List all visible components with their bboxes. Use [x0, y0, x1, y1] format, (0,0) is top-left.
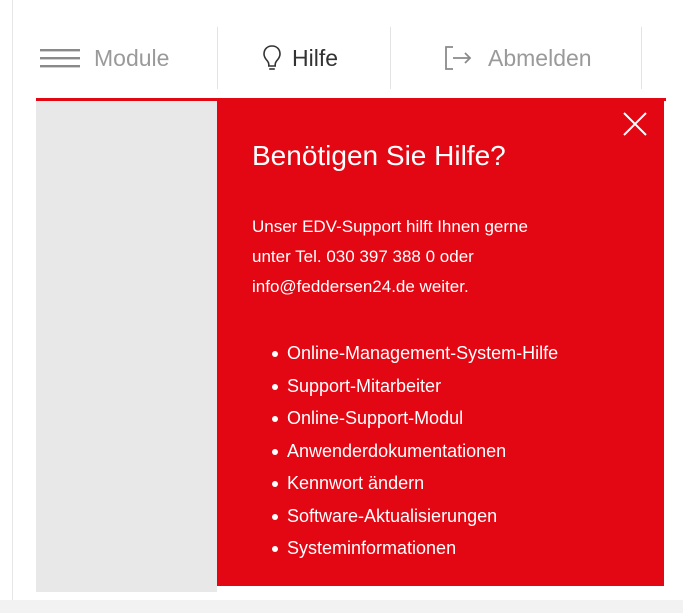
help-link-oms-help[interactable]: Online-Management-System-Hilfe: [272, 337, 558, 370]
help-title: Benötigen Sie Hilfe?: [252, 140, 506, 171]
help-link-support-staff[interactable]: Support-Mitarbeiter: [272, 370, 558, 403]
help-text-line: info@feddersen24.de weiter.: [252, 277, 469, 296]
help-link-user-documentation[interactable]: Anwenderdokumentationen: [272, 435, 558, 468]
help-text-line: Unser EDV-Support hilft Ihnen gerne: [252, 217, 528, 236]
help-links-list: Online-Management-System-Hilfe Support-M…: [252, 337, 558, 565]
help-link-change-password[interactable]: Kennwort ändern: [272, 467, 558, 500]
help-text-line: unter Tel. 030 397 388 0 oder: [252, 247, 474, 266]
close-icon: [622, 112, 648, 141]
nav-separator: [641, 27, 642, 89]
help-link-online-support-module[interactable]: Online-Support-Modul: [272, 402, 558, 435]
app-frame: Module Hilfe Abmelden Benötigen Sie Hilf…: [0, 0, 683, 613]
nav-item-module[interactable]: Module: [18, 27, 217, 89]
nav-item-help[interactable]: Hilfe: [218, 27, 390, 89]
nav-item-help-label: Hilfe: [292, 44, 339, 71]
sidebar-area: [36, 101, 217, 592]
nav-item-module-label: Module: [94, 44, 170, 71]
help-link-system-info[interactable]: Systeminformationen: [272, 532, 558, 565]
help-panel: Benötigen Sie Hilfe? Unser EDV-Support h…: [217, 101, 664, 586]
lightbulb-icon: [262, 44, 282, 72]
nav-item-logout[interactable]: Abmelden: [391, 27, 641, 89]
top-navigation: Module Hilfe Abmelden: [18, 18, 668, 98]
help-link-software-updates[interactable]: Software-Aktualisierungen: [272, 500, 558, 533]
nav-item-logout-label: Abmelden: [488, 44, 592, 71]
hamburger-menu-icon: [40, 48, 80, 68]
help-support-text: Unser EDV-Support hilft Ihnen gerne unte…: [252, 212, 632, 302]
logout-arrow-icon: [444, 45, 474, 71]
close-button[interactable]: [622, 111, 648, 137]
